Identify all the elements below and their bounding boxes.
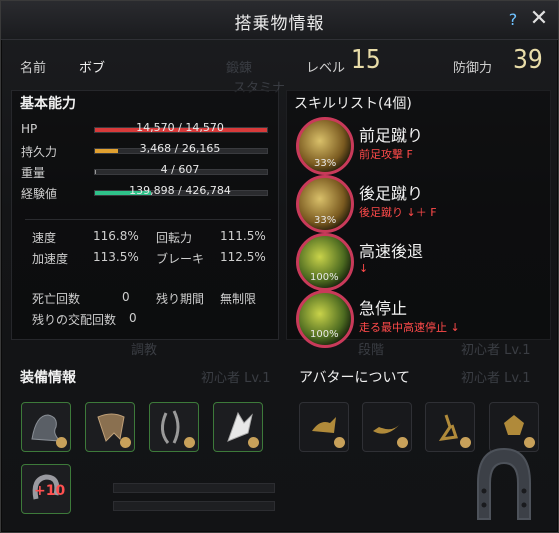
- ghost-text: 初心者 Lv.1: [461, 371, 531, 386]
- level-label: レベル: [306, 61, 346, 76]
- help-button[interactable]: ?: [503, 10, 523, 30]
- defense-value: 39: [513, 45, 543, 75]
- avatar-title: アバターについて: [299, 370, 411, 386]
- skill-desc: 後足蹴り ↓＋ F: [359, 206, 437, 219]
- basic-ability-title: 基本能力: [20, 96, 76, 112]
- stat-bar-label: 重量: [21, 166, 46, 180]
- ghost-text: 段階: [358, 343, 385, 358]
- accel-value: 113.5%: [93, 250, 139, 264]
- avatar-slot[interactable]: [299, 402, 349, 452]
- skill-percent: 33%: [314, 158, 337, 169]
- skill-name: 前足蹴り: [359, 126, 424, 145]
- saddle-slot[interactable]: [21, 402, 71, 452]
- status-dot: [184, 437, 195, 448]
- skill-percent: 100%: [310, 329, 339, 340]
- name-value: ボブ: [79, 61, 106, 76]
- skill-desc: 走る最中高速停止 ↓: [359, 321, 460, 334]
- stat-bar-label: 持久力: [21, 145, 58, 159]
- horseshoe-upgrade-slot[interactable]: +10: [21, 464, 71, 514]
- status-dot: [56, 437, 67, 448]
- status-dot: [248, 437, 259, 448]
- stirrup-slot[interactable]: [149, 402, 199, 452]
- period-label: 残り期間: [156, 292, 205, 306]
- deaths-value: 0: [122, 290, 130, 304]
- name-label: 名前: [20, 61, 47, 76]
- title-bar[interactable]: 搭乗物情報 ? ✕: [1, 1, 558, 40]
- skill-desc: 前足攻撃 F: [359, 148, 413, 161]
- stat-bar-label: HP: [21, 122, 38, 136]
- skill-list-title: スキルリスト(4個): [294, 96, 412, 112]
- skill-desc: ↓: [359, 262, 369, 275]
- empty-bar: [113, 483, 275, 493]
- ghost-text: 鍛錬: [226, 61, 253, 76]
- turn-value: 111.5%: [220, 229, 266, 243]
- period-value: 無制限: [220, 292, 257, 306]
- skill-percent: 33%: [314, 215, 337, 226]
- brake-value: 112.5%: [220, 250, 266, 264]
- avatar-slot[interactable]: [362, 402, 412, 452]
- skill-name: 高速後退: [359, 242, 424, 261]
- equipment-title: 装備情報: [20, 370, 76, 386]
- ghost-text: 初心者 Lv.1: [201, 371, 271, 386]
- stat-bar-value: 14,570 / 14,570: [136, 121, 224, 134]
- status-dot: [120, 437, 131, 448]
- turn-label: 回転力: [156, 231, 193, 245]
- divider: [25, 219, 271, 220]
- deaths-label: 死亡回数: [32, 292, 81, 306]
- speed-label: 速度: [32, 231, 57, 245]
- horseshoe-emblem-icon: [477, 447, 531, 520]
- skill-percent: 100%: [310, 272, 339, 283]
- upgrade-level: +10: [34, 483, 66, 499]
- brake-label: ブレーキ: [156, 252, 205, 266]
- skill-name: 後足蹴り: [359, 184, 424, 203]
- stat-bar-value: 4 / 607: [160, 163, 200, 176]
- armor-slot[interactable]: [85, 402, 135, 452]
- defense-label: 防御力: [453, 61, 493, 76]
- status-dot: [397, 437, 408, 448]
- accel-label: 加速度: [32, 252, 69, 266]
- speed-value: 116.8%: [93, 229, 139, 243]
- status-dot: [334, 437, 345, 448]
- stat-bar-value: 3,468 / 26,165: [139, 142, 221, 155]
- breed-label: 残りの交配回数: [32, 313, 117, 327]
- horseshoe-slot[interactable]: [213, 402, 263, 452]
- level-value: 15: [351, 45, 381, 75]
- close-button[interactable]: ✕: [527, 7, 551, 31]
- stat-bar-value: 139,898 / 426,784: [129, 184, 231, 197]
- empty-bar: [113, 501, 275, 511]
- ghost-text: 初心者 Lv.1: [461, 343, 531, 358]
- skill-name: 急停止: [359, 299, 408, 318]
- mount-info-window: 56 鍛錬 スタミナ 調教 段階 初心者 Lv.1 初心者 Lv.1 初心者 L…: [0, 0, 559, 533]
- ghost-text: 調教: [131, 343, 158, 358]
- stat-bar-label: 経験値: [21, 187, 58, 201]
- breed-value: 0: [129, 311, 137, 325]
- window-title: 搭乗物情報: [234, 14, 325, 34]
